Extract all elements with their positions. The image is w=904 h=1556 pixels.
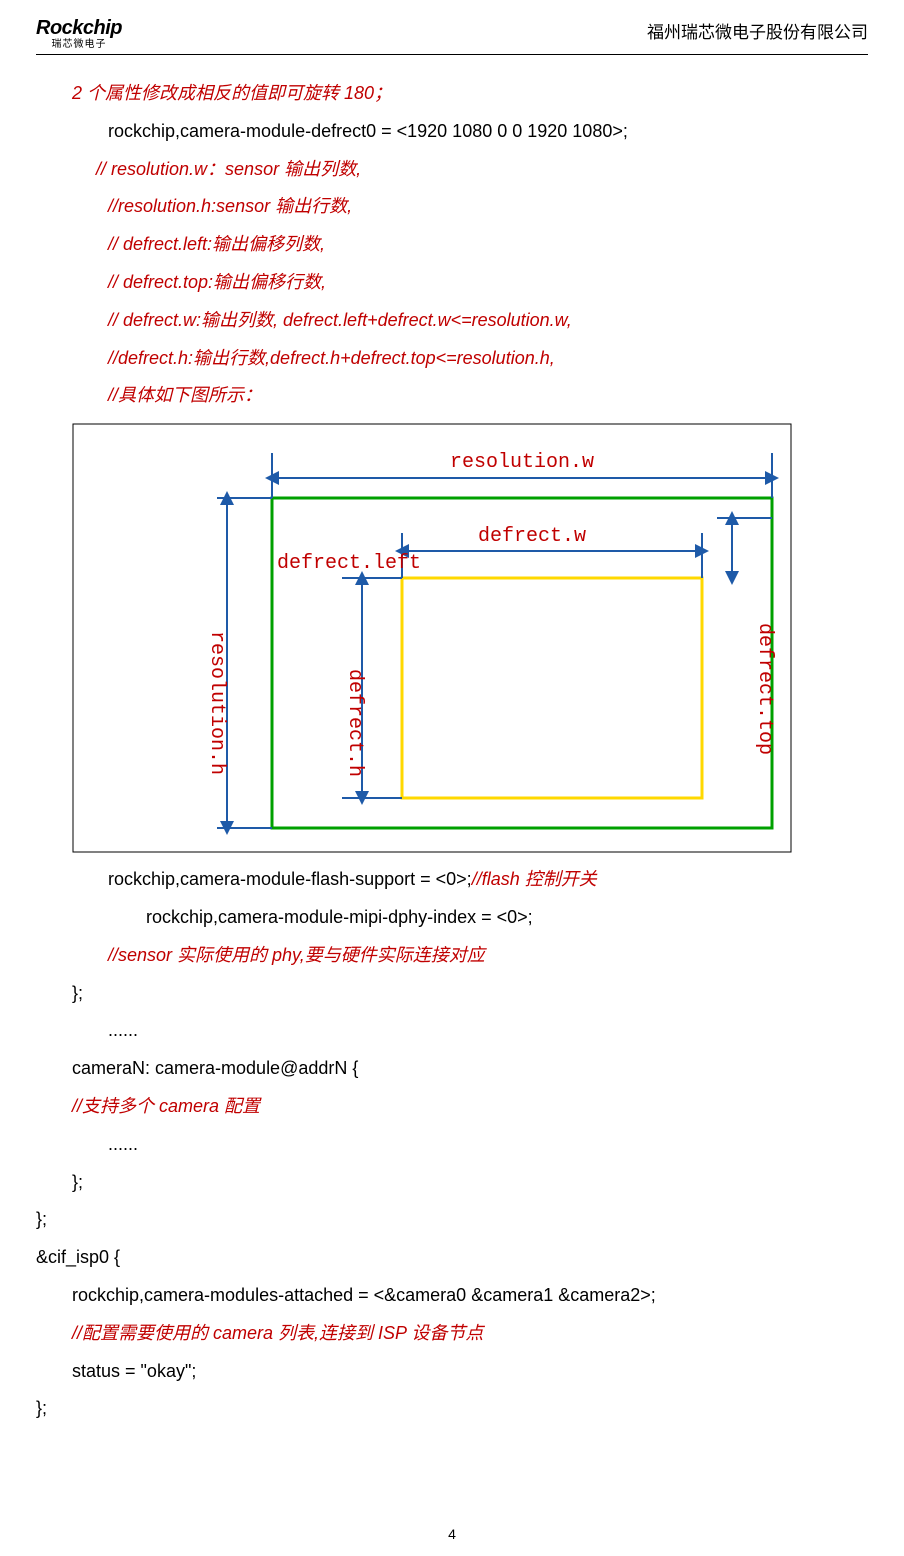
page-number: 4 bbox=[0, 1526, 904, 1542]
text-line: //sensor 实际使用的 phy,要与硬件实际连接对应 bbox=[36, 937, 868, 975]
label-resolution-w: resolution.w bbox=[450, 451, 594, 474]
text-line: }; bbox=[36, 975, 868, 1013]
defrect-diagram: resolution.w defrect.w defrect.left defr… bbox=[72, 423, 792, 853]
text-line: //具体如下图所示： bbox=[36, 377, 868, 415]
text-line: cameraN: camera-module@addrN { bbox=[36, 1050, 868, 1088]
label-defrect-left: defrect.left bbox=[277, 552, 421, 575]
text-span: rockchip,camera-module-flash-support = <… bbox=[108, 869, 472, 889]
text-line: }; bbox=[36, 1201, 868, 1239]
text-line: rockchip,camera-module-flash-support = <… bbox=[36, 861, 868, 899]
label-defrect-h: defrect.h bbox=[343, 669, 366, 777]
text-line: // resolution.w：sensor 输出列数, bbox=[36, 151, 868, 189]
text-line: //defrect.h:输出行数,defrect.h+defrect.top<=… bbox=[36, 340, 868, 378]
label-defrect-top: defrect.top bbox=[753, 623, 776, 755]
text-line: }; bbox=[36, 1164, 868, 1202]
logo-main-text: Rockchip bbox=[36, 18, 122, 38]
text-line: ...... bbox=[36, 1126, 868, 1164]
text-line: }; bbox=[36, 1390, 868, 1428]
text-line: //resolution.h:sensor 输出行数, bbox=[36, 188, 868, 226]
text-span: //flash 控制开关 bbox=[472, 869, 597, 889]
text-line: &cif_isp0 { bbox=[36, 1239, 868, 1277]
text-line: // defrect.top:输出偏移行数, bbox=[36, 264, 868, 302]
document-body: 2 个属性修改成相反的值即可旋转 180； rockchip,camera-mo… bbox=[36, 75, 868, 1428]
text-line: status = "okay"; bbox=[36, 1353, 868, 1391]
logo: Rockchip 瑞芯微电子 bbox=[36, 18, 122, 50]
page-header: Rockchip 瑞芯微电子 福州瑞芯微电子股份有限公司 bbox=[36, 18, 868, 55]
label-resolution-h: resolution.h bbox=[205, 631, 228, 775]
text-line: rockchip,camera-modules-attached = <&cam… bbox=[36, 1277, 868, 1315]
diagram-svg: resolution.w defrect.w defrect.left defr… bbox=[72, 423, 792, 853]
company-name: 福州瑞芯微电子股份有限公司 bbox=[647, 18, 868, 43]
text-line: // defrect.left:输出偏移列数, bbox=[36, 226, 868, 264]
label-defrect-w: defrect.w bbox=[478, 525, 586, 548]
text-line: 2 个属性修改成相反的值即可旋转 180； bbox=[36, 75, 868, 113]
logo-sub-text: 瑞芯微电子 bbox=[52, 40, 107, 50]
text-line: ...... bbox=[36, 1012, 868, 1050]
text-line: rockchip,camera-module-defrect0 = <1920 … bbox=[36, 113, 868, 151]
text-line: // defrect.w:输出列数, defrect.left+defrect.… bbox=[36, 302, 868, 340]
text-line: //配置需要使用的 camera 列表,连接到 ISP 设备节点 bbox=[36, 1315, 868, 1353]
text-line: rockchip,camera-module-mipi-dphy-index =… bbox=[36, 899, 868, 937]
text-line: //支持多个 camera 配置 bbox=[36, 1088, 868, 1126]
